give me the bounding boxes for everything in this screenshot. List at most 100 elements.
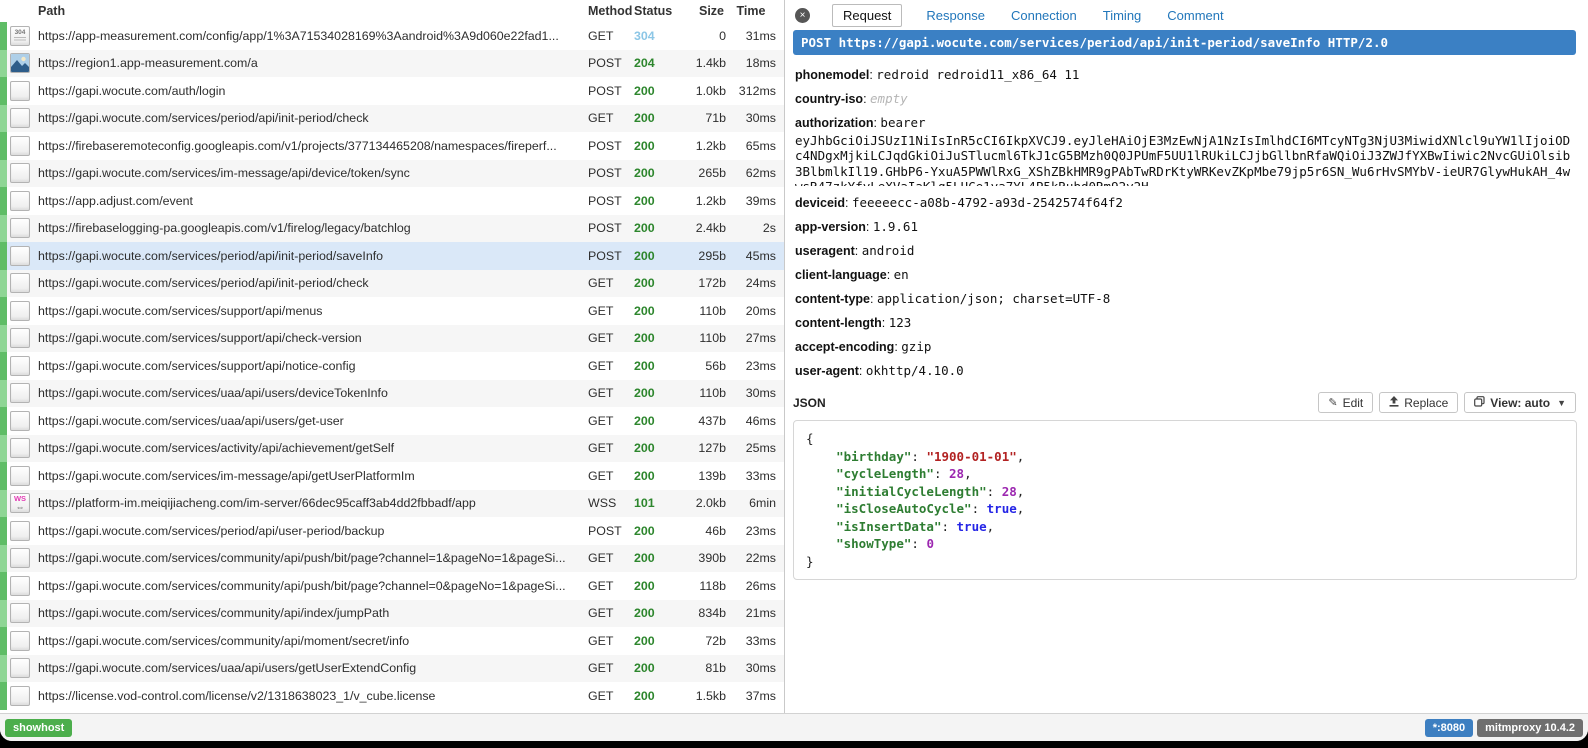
doc-icon [10, 191, 30, 211]
header-name: authorization [795, 116, 873, 130]
column-header-path[interactable]: Path [38, 4, 588, 18]
flow-rows: 304https://app-measurement.com/config/ap… [0, 22, 784, 710]
flow-row[interactable]: https://gapi.wocute.com/services/period/… [0, 270, 784, 298]
flow-time: 2s [726, 221, 784, 235]
flow-row[interactable]: https://gapi.wocute.com/services/im-mess… [0, 462, 784, 490]
flow-status: 101 [634, 496, 678, 510]
flow-row[interactable]: https://gapi.wocute.com/services/communi… [0, 600, 784, 628]
flow-marker [0, 132, 7, 160]
flow-row[interactable]: https://gapi.wocute.com/services/uaa/api… [0, 407, 784, 435]
flow-marker [0, 490, 7, 518]
flow-row[interactable]: https://gapi.wocute.com/services/period/… [0, 105, 784, 133]
flow-row[interactable]: https://gapi.wocute.com/services/activit… [0, 435, 784, 463]
flow-method: GET [588, 111, 634, 125]
flow-marker [0, 297, 7, 325]
column-header-time[interactable]: Time [726, 4, 784, 18]
edit-button[interactable]: ✎ Edit [1318, 392, 1373, 413]
header-value: empty [870, 91, 908, 106]
tab-comment[interactable]: Comment [1165, 5, 1225, 26]
flow-list-panel: Path Method Status Size Time 304https://… [0, 0, 785, 713]
header-line: content-type: application/json; charset=… [795, 286, 1576, 310]
doc-icon [10, 246, 30, 266]
flow-time: 18ms [726, 56, 784, 70]
close-icon[interactable]: × [795, 8, 810, 23]
header-colon: : [882, 316, 889, 330]
flow-row[interactable]: https://gapi.wocute.com/services/support… [0, 352, 784, 380]
column-header-status[interactable]: Status [634, 4, 678, 18]
flow-status: 200 [634, 194, 678, 208]
flow-path: https://gapi.wocute.com/services/communi… [38, 606, 588, 620]
flow-row[interactable]: https://gapi.wocute.com/services/communi… [0, 545, 784, 573]
flow-size: 1.2kb [678, 139, 726, 153]
flow-status: 200 [634, 689, 678, 703]
mitmweb-window: Path Method Status Size Time 304https://… [0, 0, 1588, 741]
view-mode-button[interactable]: View: auto ▼ [1464, 392, 1576, 413]
chevron-down-icon: ▼ [1557, 398, 1566, 408]
flow-method: GET [588, 689, 634, 703]
showhost-badge[interactable]: showhost [5, 719, 72, 737]
header-line: useragent: android [795, 238, 1576, 262]
flow-path: https://gapi.wocute.com/services/uaa/api… [38, 661, 588, 675]
header-name: phonemodel [795, 68, 869, 82]
pencil-icon: ✎ [1328, 396, 1337, 409]
flow-method: GET [588, 359, 634, 373]
header-line: phonemodel: redroid redroid11_x86_64 11 [795, 62, 1576, 86]
flow-method: GET [588, 276, 634, 290]
doc-icon [10, 328, 30, 348]
tab-connection[interactable]: Connection [1009, 5, 1079, 26]
flow-row[interactable]: https://app.adjust.com/eventPOST2001.2kb… [0, 187, 784, 215]
flow-status: 200 [634, 441, 678, 455]
tab-request[interactable]: Request [832, 4, 902, 27]
flow-row[interactable]: https://firebaseremoteconfig.googleapis.… [0, 132, 784, 160]
replace-button[interactable]: Replace [1379, 392, 1458, 413]
flow-path: https://app.adjust.com/event [38, 194, 588, 208]
flow-size: 1.2kb [678, 194, 726, 208]
tab-response[interactable]: Response [924, 5, 987, 26]
flow-path: https://gapi.wocute.com/services/communi… [38, 551, 588, 565]
flow-row[interactable]: https://firebaselogging-pa.googleapis.co… [0, 215, 784, 243]
flow-marker [0, 380, 7, 408]
column-header-size[interactable]: Size [678, 4, 726, 18]
flow-row[interactable]: https://gapi.wocute.com/services/im-mess… [0, 160, 784, 188]
flow-marker [0, 50, 7, 78]
flow-size: 127b [678, 441, 726, 455]
flow-method: POST [588, 221, 634, 235]
flow-row[interactable]: https://gapi.wocute.com/services/uaa/api… [0, 655, 784, 683]
version-badge: mitmproxy 10.4.2 [1477, 719, 1583, 737]
doc-icon [10, 136, 30, 156]
flow-row[interactable]: https://gapi.wocute.com/services/communi… [0, 572, 784, 600]
doc-icon [10, 631, 30, 651]
flow-method: GET [588, 606, 634, 620]
header-colon: : [863, 92, 870, 106]
flow-row[interactable]: https://gapi.wocute.com/services/period/… [0, 242, 784, 270]
flow-row[interactable]: https://gapi.wocute.com/services/support… [0, 297, 784, 325]
column-header-method[interactable]: Method [588, 4, 634, 18]
flow-row[interactable]: https://license.vod-control.com/license/… [0, 682, 784, 710]
flow-size: 56b [678, 359, 726, 373]
header-name: accept-encoding [795, 340, 894, 354]
flow-marker [0, 682, 7, 710]
flow-row[interactable]: https://gapi.wocute.com/services/period/… [0, 517, 784, 545]
flow-time: 22ms [726, 551, 784, 565]
flow-row[interactable]: https://gapi.wocute.com/services/communi… [0, 627, 784, 655]
content-format-label: JSON [793, 396, 826, 410]
flow-marker [0, 572, 7, 600]
flow-marker [0, 352, 7, 380]
doc-icon [10, 356, 30, 376]
flow-path: https://gapi.wocute.com/services/support… [38, 304, 588, 318]
flow-marker [0, 215, 7, 243]
tab-timing[interactable]: Timing [1101, 5, 1144, 26]
flow-row[interactable]: https://gapi.wocute.com/services/support… [0, 325, 784, 353]
flow-marker [0, 462, 7, 490]
flow-path: https://firebaseremoteconfig.googleapis.… [38, 139, 588, 153]
flow-row[interactable]: https://region1.app-measurement.com/aPOS… [0, 50, 784, 78]
doc-icon [10, 301, 30, 321]
flow-path: https://gapi.wocute.com/services/im-mess… [38, 469, 588, 483]
flow-row[interactable]: https://gapi.wocute.com/auth/loginPOST20… [0, 77, 784, 105]
flow-row[interactable]: 304https://app-measurement.com/config/ap… [0, 22, 784, 50]
flow-row[interactable]: https://gapi.wocute.com/services/uaa/api… [0, 380, 784, 408]
header-name: app-version [795, 220, 866, 234]
flow-method: POST [588, 249, 634, 263]
header-value: redroid redroid11_x86_64 11 [876, 67, 1079, 82]
flow-row[interactable]: WS⇔https://platform-im.meiqijiacheng.com… [0, 490, 784, 518]
